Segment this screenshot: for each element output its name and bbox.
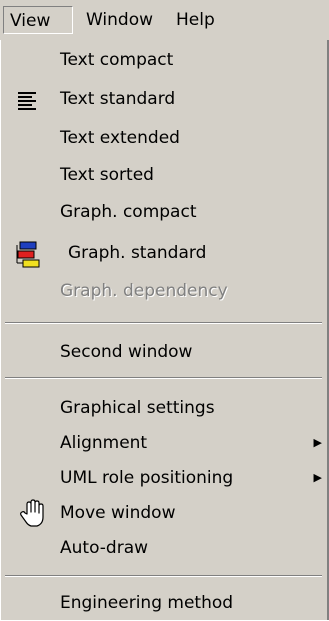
menu-item-text-standard[interactable]: Text standard	[1, 81, 326, 117]
menu-item-graph-compact[interactable]: Graph. compact	[1, 194, 326, 230]
submenu-arrow-icon: ▶	[313, 471, 322, 484]
menu-item-text-extended[interactable]: Text extended	[1, 120, 326, 156]
menu-item-label: Text sorted	[60, 165, 154, 185]
menu-item-label: Auto-draw	[60, 538, 149, 558]
view-dropdown-menu: Text compact Text standard Text extended…	[0, 40, 329, 620]
menu-item-auto-draw[interactable]: Auto-draw	[1, 530, 326, 566]
menu-item-label: Graph. compact	[60, 202, 197, 222]
menu-item-engineering-method[interactable]: Engineering method	[1, 585, 326, 621]
menu-item-label: Alignment	[60, 433, 148, 453]
menu-item-label: Graph. standard	[68, 243, 207, 263]
menu-separator	[5, 575, 322, 577]
menu-item-graphical-settings[interactable]: Graphical settings	[1, 390, 326, 426]
menu-bar: View Window Help	[0, 0, 329, 40]
menu-item-label: Engineering method	[60, 593, 234, 613]
menu-separator	[5, 322, 322, 324]
text-lines-icon	[15, 87, 41, 113]
menu-item-graph-standard[interactable]: Graph. standard	[1, 235, 326, 271]
menu-item-graph-dependency: Graph. dependency	[1, 273, 326, 309]
menu-item-move-window[interactable]: Move window	[1, 495, 326, 531]
menu-item-label: Text compact	[60, 50, 174, 70]
menu-item-text-compact[interactable]: Text compact	[1, 42, 326, 78]
menu-window[interactable]: Window	[80, 6, 164, 34]
hand-icon	[18, 498, 44, 527]
menu-item-label: Text standard	[60, 89, 176, 109]
menu-item-alignment[interactable]: Alignment ▶	[1, 425, 326, 461]
menu-item-second-window[interactable]: Second window	[1, 334, 326, 370]
menu-help[interactable]: Help	[170, 6, 236, 34]
menu-view[interactable]: View	[3, 6, 73, 34]
diagram-boxes-icon	[15, 240, 41, 268]
menu-item-label: Graph. dependency	[60, 281, 228, 301]
menu-item-label: Second window	[60, 342, 193, 362]
menu-item-label: UML role positioning	[60, 468, 234, 488]
menu-item-label: Move window	[60, 503, 176, 523]
menu-item-uml-role-positioning[interactable]: UML role positioning ▶	[1, 460, 326, 496]
menu-separator	[5, 377, 322, 379]
submenu-arrow-icon: ▶	[313, 436, 322, 449]
menu-item-label: Text extended	[60, 128, 180, 148]
menu-item-label: Graphical settings	[60, 398, 215, 418]
menu-item-text-sorted[interactable]: Text sorted	[1, 157, 326, 193]
